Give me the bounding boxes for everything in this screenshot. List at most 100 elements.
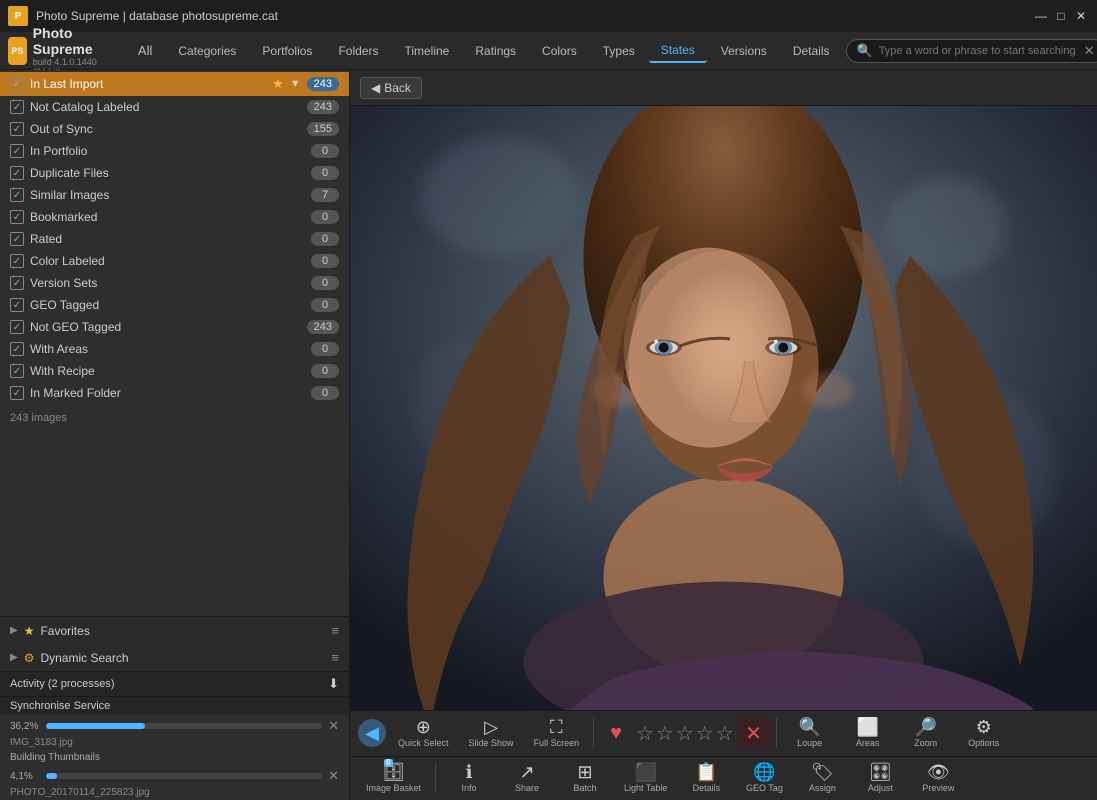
- item-count-in-last-import: 243: [307, 77, 339, 91]
- areas-button[interactable]: ⬜ Areas: [841, 715, 895, 751]
- star-5[interactable]: ☆: [716, 721, 734, 746]
- sidebar-item-with-recipe[interactable]: ✓ With Recipe 0: [0, 360, 349, 382]
- sidebar-item-in-portfolio[interactable]: ✓ In Portfolio 0: [0, 140, 349, 162]
- star-icon-in-last-import: ★: [272, 76, 284, 92]
- sidebar-list: ✓ In Last Import ★ ▼ 243 ✓ Not Catalog L…: [0, 70, 349, 616]
- sidebar-item-with-areas[interactable]: ✓ With Areas 0: [0, 338, 349, 360]
- sidebar-item-geo-tagged[interactable]: ✓ GEO Tagged 0: [0, 294, 349, 316]
- favorites-section[interactable]: ▶ ★ Favorites ≡: [0, 617, 349, 644]
- heart-icon: ♥: [610, 722, 622, 745]
- adjust-icon: 🎛: [869, 763, 892, 781]
- info-button[interactable]: ℹ Info: [442, 760, 496, 796]
- hamburger-menu[interactable]: [114, 39, 122, 63]
- checkbox-not-geo-tagged: ✓: [10, 320, 24, 334]
- quick-select-icon: ⊕: [416, 718, 431, 736]
- favorites-menu-icon[interactable]: ≡: [331, 623, 339, 638]
- zoom-icon: 🔎: [914, 718, 936, 736]
- back-button[interactable]: ◀ Back: [360, 77, 422, 99]
- options-button[interactable]: ⚙ Options: [957, 715, 1011, 751]
- tab-all[interactable]: All: [126, 39, 164, 62]
- right-content: ◀ Back: [350, 70, 1097, 800]
- tab-versions[interactable]: Versions: [709, 40, 779, 62]
- star-3[interactable]: ☆: [676, 721, 694, 746]
- tab-colors[interactable]: Colors: [530, 40, 589, 62]
- sidebar-item-not-geo-tagged[interactable]: ✓ Not GEO Tagged 243: [0, 316, 349, 338]
- share-label: Share: [515, 783, 539, 793]
- checkbox-duplicate-files: ✓: [10, 166, 24, 180]
- checkbox-not-catalog-labeled: ✓: [10, 100, 24, 114]
- item-label-out-of-sync: Out of Sync: [30, 122, 301, 136]
- search-input[interactable]: [879, 45, 1078, 57]
- search-box[interactable]: 🔍 ✕: [846, 39, 1097, 63]
- star-4[interactable]: ☆: [696, 721, 714, 746]
- item-count-out-of-sync: 155: [307, 122, 339, 136]
- quick-select-button[interactable]: ⊕ Quick Select: [390, 715, 457, 751]
- sidebar-item-similar-images[interactable]: ✓ Similar Images 7: [0, 184, 349, 206]
- star-1[interactable]: ☆: [636, 721, 654, 746]
- checkbox-with-areas: ✓: [10, 342, 24, 356]
- checkbox-bookmarked: ✓: [10, 210, 24, 224]
- back-arrow-icon: ◀: [371, 81, 380, 95]
- tab-folders[interactable]: Folders: [326, 40, 390, 62]
- tab-types[interactable]: Types: [591, 40, 647, 62]
- dynamic-search-section[interactable]: ▶ ⚙ Dynamic Search ≡: [0, 644, 349, 671]
- tab-states[interactable]: States: [649, 39, 707, 63]
- sidebar-item-rated[interactable]: ✓ Rated 0: [0, 228, 349, 250]
- sidebar-item-duplicate-files[interactable]: ✓ Duplicate Files 0: [0, 162, 349, 184]
- reject-button[interactable]: ✕: [738, 717, 770, 749]
- star-rating[interactable]: ☆ ☆ ☆ ☆ ☆: [636, 721, 734, 746]
- minimize-button[interactable]: —: [1033, 8, 1049, 24]
- zoom-button[interactable]: 🔎 Zoom: [899, 715, 953, 751]
- main-layout: ✓ In Last Import ★ ▼ 243 ✓ Not Catalog L…: [0, 70, 1097, 800]
- progress-close-1[interactable]: ✕: [328, 718, 339, 734]
- light-table-icon: ⬛: [635, 763, 657, 781]
- share-button[interactable]: ↗ Share: [500, 760, 554, 796]
- light-table-button[interactable]: ⬛ Light Table: [616, 760, 675, 796]
- item-count-with-recipe: 0: [311, 364, 339, 378]
- tab-timeline[interactable]: Timeline: [392, 40, 461, 62]
- batch-button[interactable]: ⊞ Batch: [558, 760, 612, 796]
- search-icon: 🔍: [857, 43, 873, 59]
- tab-details[interactable]: Details: [781, 40, 842, 62]
- progress-bar-fill-1: [46, 723, 145, 729]
- close-button[interactable]: ✕: [1073, 8, 1089, 24]
- assign-icon: 🏷: [811, 763, 834, 781]
- sidebar-item-out-of-sync[interactable]: ✓ Out of Sync 155: [0, 118, 349, 140]
- tab-portfolios[interactable]: Portfolios: [250, 40, 324, 62]
- item-label-in-portfolio: In Portfolio: [30, 144, 305, 158]
- search-clear-icon[interactable]: ✕: [1084, 43, 1095, 59]
- sidebar-item-in-marked-folder[interactable]: ✓ In Marked Folder 0: [0, 382, 349, 404]
- checkbox-similar-images: ✓: [10, 188, 24, 202]
- window-controls[interactable]: — □ ✕: [1033, 8, 1089, 24]
- toolbar-row1: ◀ ⊕ Quick Select ▷ Slide Show ⛶ Full Scr…: [350, 711, 1097, 757]
- adjust-button[interactable]: 🎛 Adjust: [853, 760, 907, 796]
- star-2[interactable]: ☆: [656, 721, 674, 746]
- activity-download-icon[interactable]: ⬇: [328, 676, 339, 692]
- sidebar-item-in-last-import[interactable]: ✓ In Last Import ★ ▼ 243: [0, 72, 349, 96]
- preview-button[interactable]: 👁 Preview: [911, 760, 965, 796]
- checkbox-color-labeled: ✓: [10, 254, 24, 268]
- item-label-geo-tagged: GEO Tagged: [30, 298, 305, 312]
- full-screen-button[interactable]: ⛶ Full Screen: [526, 715, 588, 751]
- dynamic-search-menu-icon[interactable]: ≡: [331, 650, 339, 665]
- maximize-button[interactable]: □: [1053, 8, 1069, 24]
- geo-tag-button[interactable]: 🌐 GEO Tag: [737, 760, 791, 796]
- sidebar-item-not-catalog-labeled[interactable]: ✓ Not Catalog Labeled 243: [0, 96, 349, 118]
- sidebar-item-color-labeled[interactable]: ✓ Color Labeled 0: [0, 250, 349, 272]
- item-label-in-marked-folder: In Marked Folder: [30, 386, 305, 400]
- heart-button[interactable]: ♥: [600, 719, 632, 748]
- details-button[interactable]: 📋 Details: [679, 760, 733, 796]
- image-basket-button[interactable]: 🗄 0 Image Basket: [358, 760, 429, 796]
- assign-button[interactable]: 🏷 Assign: [795, 760, 849, 796]
- loupe-button[interactable]: 🔍 Loupe: [783, 715, 837, 751]
- sidebar-item-bookmarked[interactable]: ✓ Bookmarked 0: [0, 206, 349, 228]
- sidebar-item-version-sets[interactable]: ✓ Version Sets 0: [0, 272, 349, 294]
- tab-ratings[interactable]: Ratings: [463, 40, 528, 62]
- progress-close-2[interactable]: ✕: [328, 768, 339, 784]
- photo-back-nav-button[interactable]: ◀: [358, 719, 386, 747]
- separator-3: [435, 763, 436, 793]
- tab-categories[interactable]: Categories: [166, 40, 248, 62]
- slide-show-button[interactable]: ▷ Slide Show: [461, 715, 522, 751]
- item-label-with-areas: With Areas: [30, 342, 305, 356]
- nav-tabs: All Categories Portfolios Folders Timeli…: [126, 39, 842, 63]
